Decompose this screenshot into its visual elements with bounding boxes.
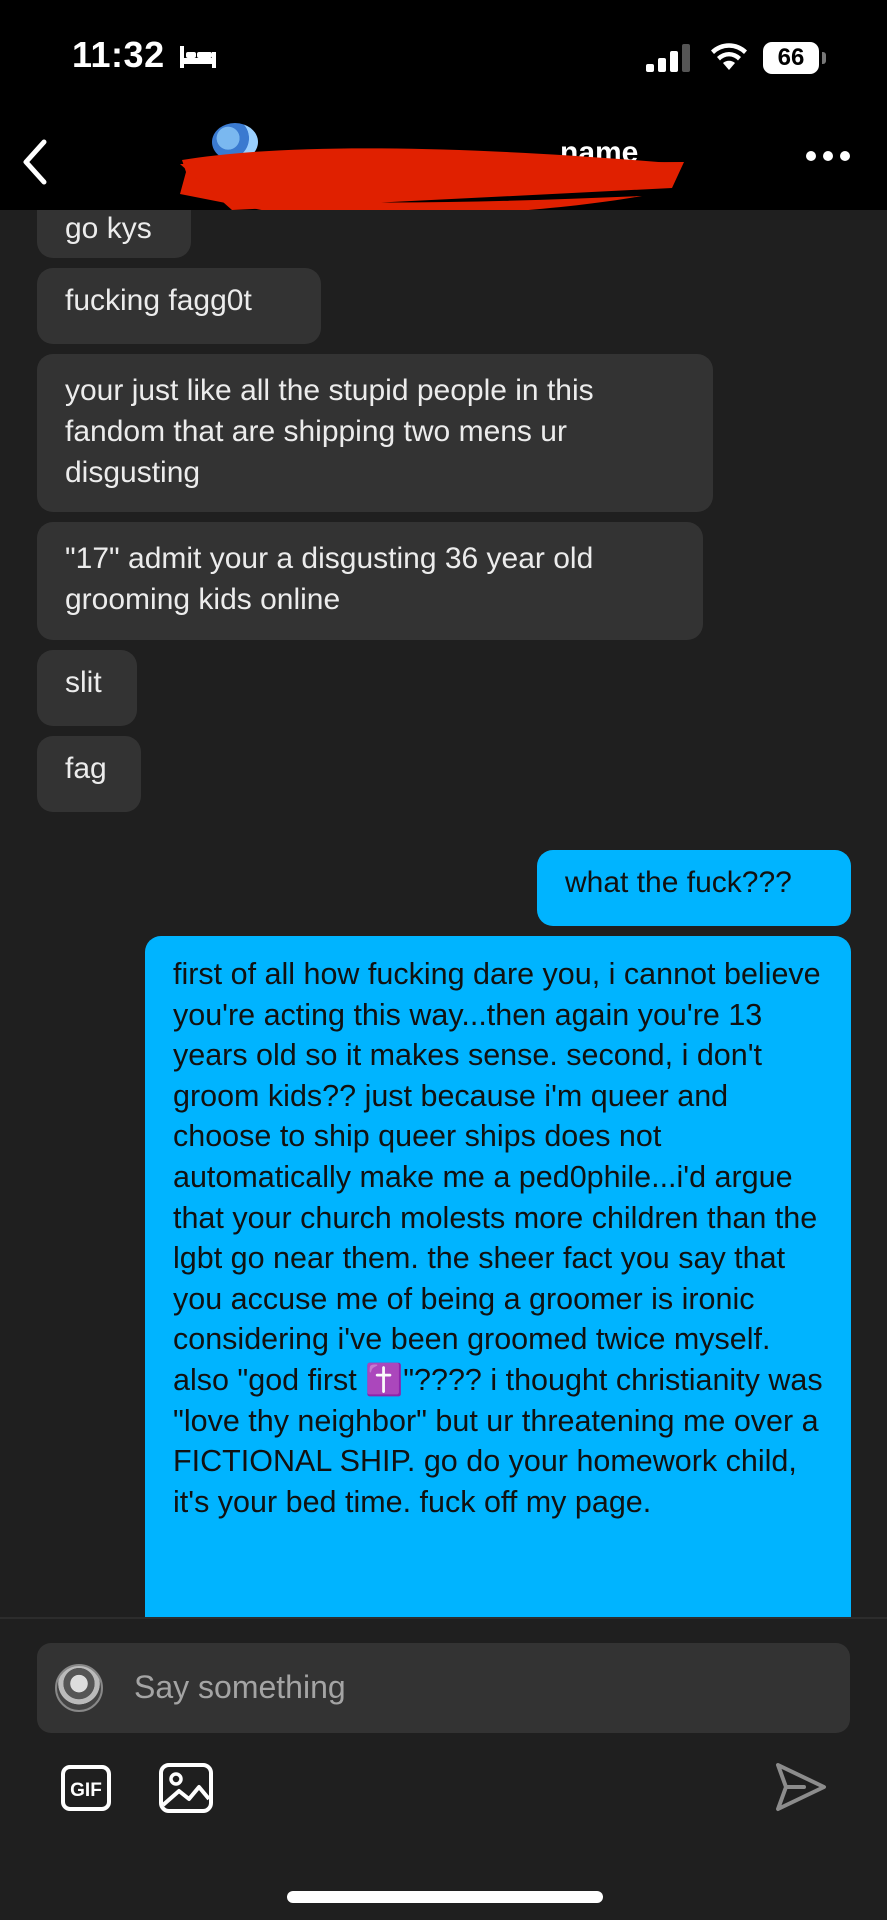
battery-icon: 66 — [763, 42, 819, 74]
composer: Say something GIF — [0, 1619, 887, 1920]
status-time: 11:32 — [72, 34, 165, 75]
conversation-header: name — [0, 120, 887, 218]
message-bubble-incoming: fag — [37, 736, 141, 812]
message-bubble-incoming: your just like all the stupid people in … — [37, 354, 713, 512]
message-bubble-incoming: slit — [37, 650, 137, 726]
send-icon[interactable] — [774, 1761, 828, 1813]
message-bubble-outgoing: what the fuck??? — [537, 850, 851, 926]
signal-icon — [646, 44, 690, 72]
gif-label: GIF — [70, 1780, 102, 1801]
message-bubble-incoming: "17" admit your a disgusting 36 year old… — [37, 522, 703, 640]
bed-icon — [180, 46, 216, 68]
gif-icon[interactable]: GIF — [61, 1765, 111, 1811]
message-bubble-outgoing: first of all how fucking dare you, i can… — [145, 936, 851, 1617]
message-list[interactable]: go kys fucking fagg0t your just like all… — [0, 210, 887, 1617]
user-avatar — [55, 1664, 103, 1712]
message-bubble-incoming: fucking fagg0t — [37, 268, 321, 344]
status-bar: 11:32 66 — [0, 0, 887, 120]
battery-tip — [822, 52, 826, 64]
chevron-left-icon[interactable] — [18, 136, 52, 188]
message-input[interactable]: Say something — [37, 1643, 850, 1733]
image-icon[interactable] — [159, 1763, 213, 1813]
wifi-icon — [711, 43, 747, 70]
home-indicator[interactable] — [287, 1891, 603, 1903]
message-bubble-incoming: go kys — [37, 210, 191, 258]
more-horizontal-icon[interactable] — [806, 150, 850, 162]
message-input-placeholder: Say something — [134, 1669, 346, 1705]
